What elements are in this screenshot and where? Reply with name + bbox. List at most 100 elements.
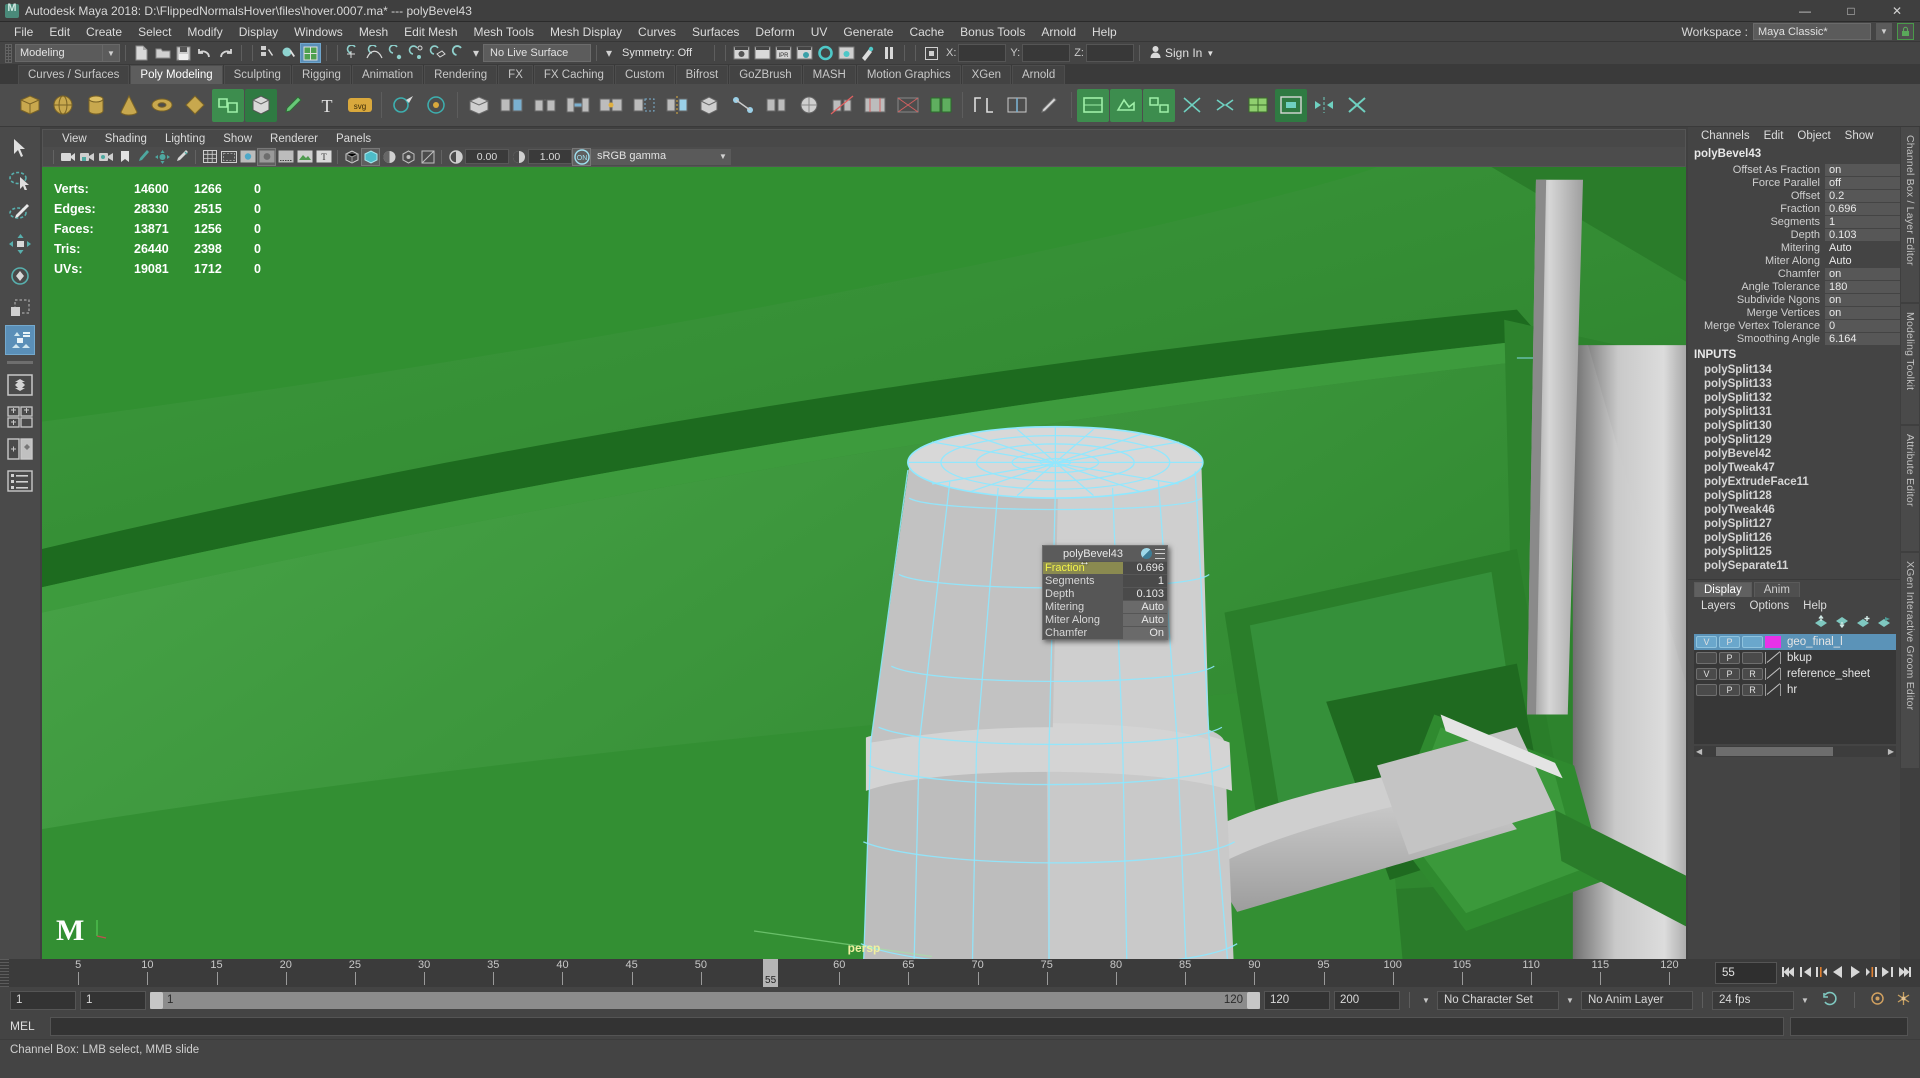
go-to-end-icon[interactable] xyxy=(1897,965,1912,982)
scroll-left-arrow-icon[interactable]: ◀ xyxy=(1696,747,1702,756)
outliner-layout-icon[interactable] xyxy=(5,466,35,496)
step-back-frame-icon[interactable] xyxy=(1815,965,1828,982)
anim-start-field[interactable]: 1 xyxy=(10,991,76,1010)
attr-value[interactable]: on xyxy=(1825,268,1900,280)
scroll-right-arrow-icon[interactable]: ▶ xyxy=(1888,747,1894,756)
attr-value[interactable]: Auto xyxy=(1825,242,1900,254)
new-layer-from-selected-icon[interactable] xyxy=(1877,615,1892,631)
paint-weights-icon[interactable] xyxy=(1034,89,1066,122)
color-management-chevron-down-icon[interactable]: ▼ xyxy=(715,149,731,165)
popup-value-mitering[interactable]: Auto xyxy=(1123,601,1167,613)
exposure-reset-icon[interactable] xyxy=(399,148,418,166)
append-polygon-icon[interactable] xyxy=(628,89,660,122)
quad-draw-icon[interactable] xyxy=(925,89,957,122)
attr-value[interactable]: 180 xyxy=(1825,281,1900,293)
screen-space-ao-icon[interactable] xyxy=(418,148,437,166)
range-slider-track[interactable]: 1 120 xyxy=(150,992,1260,1009)
layer-visibility-toggle[interactable]: V xyxy=(1696,668,1717,680)
poly-sphere2-icon[interactable] xyxy=(793,89,825,122)
maximize-button[interactable]: □ xyxy=(1828,0,1874,22)
attr-value[interactable]: 0.2 xyxy=(1825,190,1900,202)
popup-row-segments[interactable]: Segments 1 xyxy=(1043,574,1167,587)
uv-editor-icon[interactable] xyxy=(1077,89,1109,122)
layer-playback-toggle[interactable]: P xyxy=(1719,652,1740,664)
menu-windows[interactable]: Windows xyxy=(286,23,351,41)
popup-value-segments[interactable]: 1 xyxy=(1123,575,1167,587)
lock-icon[interactable] xyxy=(1897,23,1914,40)
character-set-chevron-down-icon[interactable]: ▼ xyxy=(1419,996,1433,1005)
viewport-menu-shading[interactable]: Shading xyxy=(96,132,156,146)
snap-to-view-plane-icon[interactable] xyxy=(427,43,448,63)
text-tool-icon[interactable]: T xyxy=(311,89,343,122)
layer-render-toggle[interactable] xyxy=(1742,652,1763,664)
exposure-icon[interactable] xyxy=(446,148,465,166)
attr-row-subdivide-ngons[interactable]: Subdivide Ngons on xyxy=(1688,293,1900,306)
tab-display[interactable]: Display xyxy=(1694,582,1752,597)
target-weld-icon[interactable] xyxy=(892,89,924,122)
popup-value-miter-along[interactable]: Auto xyxy=(1123,614,1167,626)
menu-cache[interactable]: Cache xyxy=(901,23,952,41)
lasso-select-tool-icon[interactable] xyxy=(5,165,35,195)
current-frame-field[interactable]: 55 xyxy=(1715,962,1777,984)
layer-visibility-toggle[interactable] xyxy=(1696,652,1717,664)
duplicate-face-icon[interactable] xyxy=(694,89,726,122)
shelf-tab-arnold[interactable]: Arnold xyxy=(1012,65,1065,84)
wireframe-on-shaded-icon[interactable] xyxy=(276,148,295,166)
shelf-tab-xgen[interactable]: XGen xyxy=(962,65,1011,84)
shelf-tab-rigging[interactable]: Rigging xyxy=(292,65,351,84)
bevel-icon[interactable] xyxy=(529,89,561,122)
live-surface-field[interactable]: No Live Surface xyxy=(483,44,591,62)
film-gate-icon[interactable] xyxy=(219,148,238,166)
layer-color-swatch[interactable] xyxy=(1765,636,1781,648)
tool-settings-popup[interactable]: polyBevel43 Fraction 0.696 Segments 1 De… xyxy=(1042,545,1168,640)
poly-torus-icon[interactable] xyxy=(146,89,178,122)
menu-deform[interactable]: Deform xyxy=(747,23,802,41)
redo-icon[interactable] xyxy=(215,43,236,63)
layer-color-none[interactable] xyxy=(1765,668,1781,680)
uv-cut-icon[interactable] xyxy=(1176,89,1208,122)
input-node[interactable]: polySplit129 xyxy=(1688,433,1900,447)
anim-layer-chevron-down-icon[interactable]: ▼ xyxy=(1563,996,1577,1005)
attr-value[interactable]: on xyxy=(1825,307,1900,319)
poly-cylinder-icon[interactable] xyxy=(80,89,112,122)
attr-row-merge-vertices[interactable]: Merge Vertices on xyxy=(1688,306,1900,319)
poly-prism-icon[interactable] xyxy=(179,89,211,122)
popup-value-fraction[interactable]: 0.696 xyxy=(1123,562,1167,574)
range-left-handle[interactable] xyxy=(150,992,163,1009)
scale-tool-icon[interactable] xyxy=(5,293,35,323)
menu-select[interactable]: Select xyxy=(130,23,179,41)
attr-value[interactable]: 6.164 xyxy=(1825,333,1900,345)
channel-box-menu-edit[interactable]: Edit xyxy=(1757,129,1791,143)
sculpt-tool-icon[interactable] xyxy=(387,89,419,122)
new-layer-icon[interactable] xyxy=(1856,615,1871,631)
input-node[interactable]: polySplit130 xyxy=(1688,419,1900,433)
rotate-tool-icon[interactable] xyxy=(5,261,35,291)
time-slider-track[interactable]: 5101520253035404550556065707580859095100… xyxy=(9,959,1711,987)
layer-row-bkup[interactable]: P bkup xyxy=(1694,650,1896,666)
menu-mesh-tools[interactable]: Mesh Tools xyxy=(466,23,542,41)
uv-sew-icon[interactable] xyxy=(1209,89,1241,122)
layer-list[interactable]: V P geo_final_l P bkup V xyxy=(1694,634,1896,744)
layer-row-hr[interactable]: P R hr xyxy=(1694,682,1896,698)
attr-row-offset-as-fraction[interactable]: Offset As Fraction on xyxy=(1688,163,1900,176)
layer-render-toggle[interactable] xyxy=(1742,636,1763,648)
channel-box-menu-channels[interactable]: Channels xyxy=(1694,129,1757,143)
undo-icon[interactable] xyxy=(194,43,215,63)
drag-handle-icon[interactable]: ↔ xyxy=(1079,556,1090,568)
smooth-icon[interactable] xyxy=(463,89,495,122)
gamma-icon[interactable] xyxy=(509,148,528,166)
shelf-tab-poly-modeling[interactable]: Poly Modeling xyxy=(130,65,222,84)
symmetry-chevron-down-icon[interactable]: ▾ xyxy=(602,43,616,63)
uv-toolkit-icon[interactable] xyxy=(1275,89,1307,122)
viewport-3d[interactable]: Verts: 14600 1266 0 Edges: 28330 2515 0 … xyxy=(42,167,1686,959)
vtab-attribute-editor[interactable]: Attribute Editor xyxy=(1901,426,1919,551)
menu-mesh[interactable]: Mesh xyxy=(351,23,396,41)
shelf-tab-fx[interactable]: FX xyxy=(498,65,533,84)
attr-row-smoothing-angle[interactable]: Smoothing Angle 6.164 xyxy=(1688,332,1900,345)
shelf-tab-gozbrush[interactable]: GoZBrush xyxy=(729,65,801,84)
live-surface-chevron-down-icon[interactable]: ▾ xyxy=(469,43,483,63)
minimize-button[interactable]: — xyxy=(1782,0,1828,22)
popup-title-bar[interactable]: polyBevel43 xyxy=(1043,546,1167,561)
uv-layout-icon[interactable] xyxy=(1143,89,1175,122)
mirror-icon[interactable] xyxy=(661,89,693,122)
